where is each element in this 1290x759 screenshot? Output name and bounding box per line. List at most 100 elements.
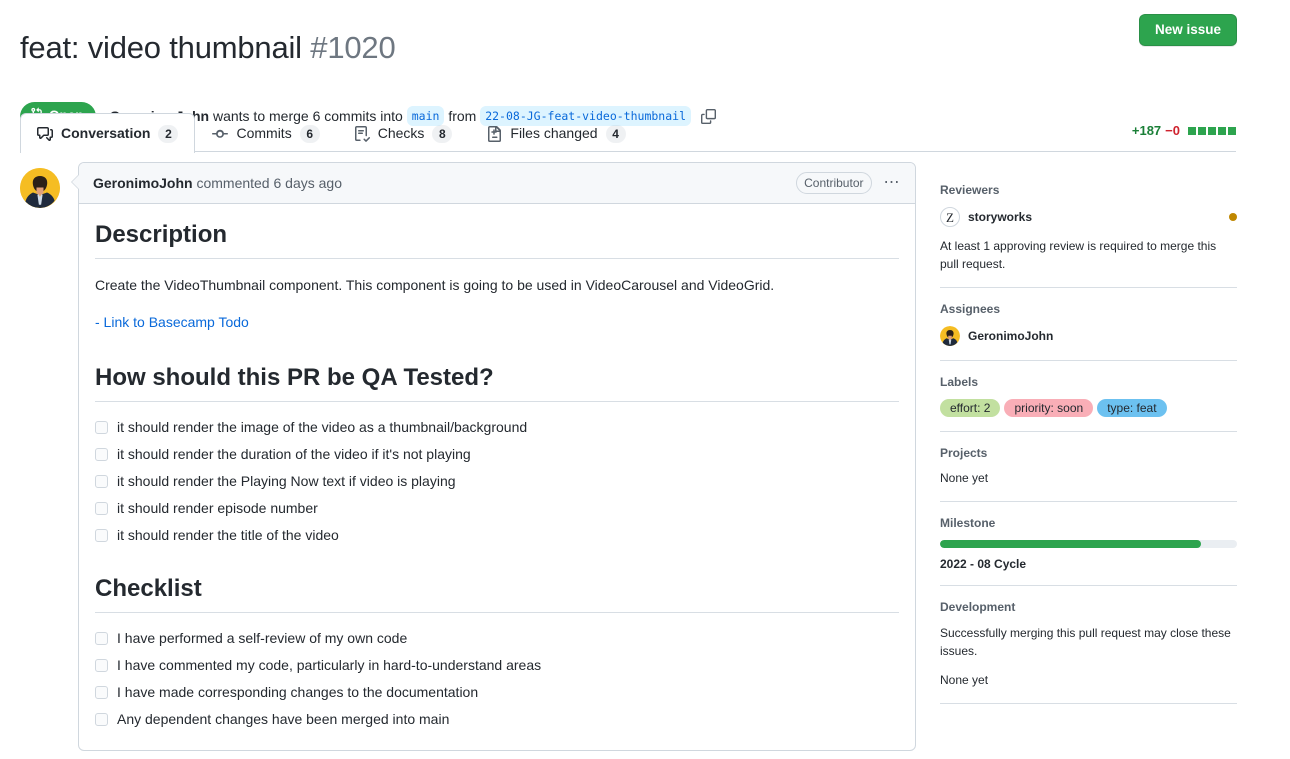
tab-conversation[interactable]: Conversation 2	[20, 113, 195, 153]
comment-body: Description Create the VideoThumbnail co…	[79, 204, 915, 750]
comment-header: GeronimoJohn commented 6 days ago Contri…	[79, 163, 915, 204]
sidebar-section-projects: Projects None yet	[940, 445, 1237, 502]
diffstat-additions: +187	[1132, 123, 1161, 138]
reviewer-name[interactable]: storyworks	[968, 210, 1032, 224]
list-item: it should render episode number	[95, 499, 899, 517]
diffstat: +187 −0	[1132, 123, 1236, 138]
checkbox-unchecked-icon[interactable]	[95, 448, 108, 461]
tab-checks-count: 8	[432, 125, 452, 143]
tab-files-changed-count: 4	[606, 125, 626, 143]
pr-number: #1020	[310, 30, 395, 65]
checkbox-unchecked-icon[interactable]	[95, 632, 108, 645]
checkbox-unchecked-icon[interactable]	[95, 713, 108, 726]
sidebar-section-development: Development Successfully merging this pu…	[940, 599, 1237, 704]
heading-description: Description	[95, 220, 899, 259]
development-title[interactable]: Development	[940, 599, 1237, 616]
qa-task-list: it should render the image of the video …	[95, 418, 899, 544]
description-paragraph: Create the VideoThumbnail component. Thi…	[95, 275, 899, 296]
checkbox-unchecked-icon[interactable]	[95, 659, 108, 672]
comment-timestamp: commented 6 days ago	[196, 173, 342, 194]
pull-request-page: feat: video thumbnail #1020 Open Geronim…	[0, 0, 1290, 759]
tab-checks-label: Checks	[378, 123, 425, 144]
review-requirement-note: At least 1 approving review is required …	[940, 237, 1237, 273]
diffstat-deletions: −0	[1165, 123, 1180, 138]
basecamp-todo-link[interactable]: - Link to Basecamp Todo	[95, 314, 249, 330]
tab-conversation-label: Conversation	[61, 123, 150, 144]
list-item: I have made corresponding changes to the…	[95, 683, 899, 701]
projects-title[interactable]: Projects	[940, 445, 1237, 462]
pr-sidebar: Reviewers Z storyworks At least 1 approv…	[940, 182, 1237, 717]
kebab-horizontal-icon[interactable]: ⋯	[884, 177, 902, 189]
list-item-label: Any dependent changes have been merged i…	[117, 710, 449, 728]
list-item: Any dependent changes have been merged i…	[95, 710, 899, 728]
label-chip-effort[interactable]: effort: 2	[940, 399, 1000, 417]
label-chip-priority[interactable]: priority: soon	[1004, 399, 1093, 417]
list-item: I have commented my code, particularly i…	[95, 656, 899, 674]
list-item: it should render the title of the video	[95, 526, 899, 544]
tab-files-changed[interactable]: Files changed 4	[469, 113, 642, 153]
conversation-timeline: GeronimoJohn commented 6 days ago Contri…	[20, 162, 916, 751]
comment-box: GeronimoJohn commented 6 days ago Contri…	[78, 162, 916, 751]
list-item-label: it should render the title of the video	[117, 526, 339, 544]
list-item: it should render the image of the video …	[95, 418, 899, 436]
checklist-icon	[354, 126, 370, 142]
milestone-progress-bar	[940, 540, 1237, 548]
list-item-label: it should render the Playing Now text if…	[117, 472, 456, 490]
reviewer-row[interactable]: Z storyworks	[940, 207, 1237, 227]
list-item-label: it should render the image of the video …	[117, 418, 527, 436]
assignees-title[interactable]: Assignees	[940, 301, 1237, 318]
list-item: I have performed a self-review of my own…	[95, 629, 899, 647]
label-chip-type[interactable]: type: feat	[1097, 399, 1166, 417]
checklist-task-list: I have performed a self-review of my own…	[95, 629, 899, 728]
sidebar-section-assignees: Assignees GeronimoJohn	[940, 301, 1237, 361]
list-item-label: it should render episode number	[117, 499, 318, 517]
milestone-title[interactable]: Milestone	[940, 515, 1237, 532]
labels-list: effort: 2 priority: soon type: feat	[940, 399, 1237, 417]
reviewers-title[interactable]: Reviewers	[940, 182, 1237, 199]
checkbox-unchecked-icon[interactable]	[95, 502, 108, 515]
tab-commits-count: 6	[300, 125, 320, 143]
git-commit-icon	[212, 126, 228, 142]
pr-tabs: Conversation 2 Commits 6 Checks 8	[20, 112, 1236, 152]
title-row: feat: video thumbnail #1020	[20, 8, 1270, 88]
reviewer-avatar: Z	[940, 207, 960, 227]
milestone-name[interactable]: 2022 - 08 Cycle	[940, 557, 1237, 571]
tab-conversation-count: 2	[158, 125, 178, 143]
heading-checklist: Checklist	[95, 574, 899, 613]
labels-title[interactable]: Labels	[940, 374, 1237, 391]
sidebar-section-reviewers: Reviewers Z storyworks At least 1 approv…	[940, 182, 1237, 288]
list-item-label: I have made corresponding changes to the…	[117, 683, 478, 701]
assignee-avatar	[940, 326, 960, 346]
avatar[interactable]	[20, 168, 60, 208]
tab-checks[interactable]: Checks 8	[337, 113, 470, 153]
checkbox-unchecked-icon[interactable]	[95, 421, 108, 434]
assignee-name[interactable]: GeronimoJohn	[968, 329, 1053, 343]
heading-qa-tested: How should this PR be QA Tested?	[95, 363, 899, 402]
tab-commits[interactable]: Commits 6	[195, 113, 336, 153]
checkbox-unchecked-icon[interactable]	[95, 475, 108, 488]
diffstat-blocks	[1188, 127, 1236, 135]
list-item-label: it should render the duration of the vid…	[117, 445, 471, 463]
list-item: it should render the duration of the vid…	[95, 445, 899, 463]
tab-files-changed-label: Files changed	[510, 123, 597, 144]
reviewer-avatar-glyph: Z	[946, 211, 954, 224]
list-item-label: I have performed a self-review of my own…	[117, 629, 407, 647]
file-diff-icon	[486, 126, 502, 142]
review-pending-icon	[1229, 213, 1237, 221]
sidebar-section-labels: Labels effort: 2 priority: soon type: fe…	[940, 374, 1237, 432]
page-title: feat: video thumbnail #1020	[20, 29, 396, 67]
assignee-row[interactable]: GeronimoJohn	[940, 326, 1237, 346]
projects-value: None yet	[940, 470, 1237, 487]
role-badge: Contributor	[796, 172, 871, 194]
comment-discussion-icon	[37, 126, 53, 142]
pr-title-text: feat: video thumbnail	[20, 30, 302, 65]
development-note: Successfully merging this pull request m…	[940, 624, 1237, 660]
new-issue-button[interactable]: New issue	[1139, 14, 1237, 46]
checkbox-unchecked-icon[interactable]	[95, 529, 108, 542]
comment-author[interactable]: GeronimoJohn	[93, 173, 193, 194]
checkbox-unchecked-icon[interactable]	[95, 686, 108, 699]
list-item: it should render the Playing Now text if…	[95, 472, 899, 490]
tab-commits-label: Commits	[236, 123, 291, 144]
development-value: None yet	[940, 672, 1237, 689]
list-item-label: I have commented my code, particularly i…	[117, 656, 541, 674]
